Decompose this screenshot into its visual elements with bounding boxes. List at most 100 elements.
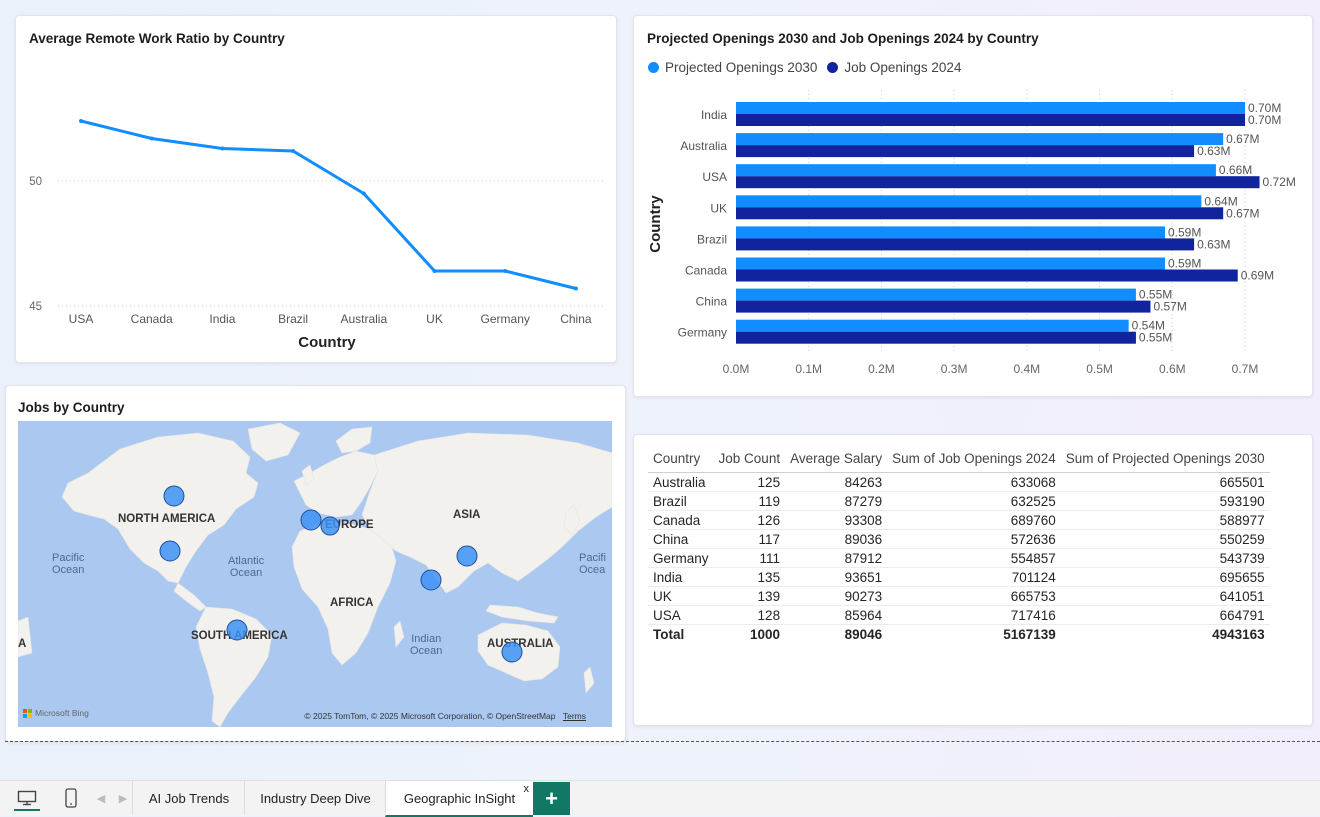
x-tick-label: Canada bbox=[131, 312, 173, 326]
line-point-india bbox=[220, 146, 225, 151]
cell-job-openings-2024: 572636 bbox=[887, 529, 1061, 549]
cell-job-openings-2024: 717416 bbox=[887, 605, 1061, 625]
country-table-card[interactable]: Country Job Count Average Salary Sum of … bbox=[633, 434, 1313, 726]
cell-job-openings-2024: 632525 bbox=[887, 491, 1061, 511]
cell-country: India bbox=[648, 567, 714, 587]
bubble-china bbox=[456, 545, 478, 567]
cell-average-salary: 85964 bbox=[785, 605, 888, 625]
y-axis-title: Country bbox=[647, 195, 664, 253]
x-axis-title: Country bbox=[298, 334, 356, 351]
tab-geographic-insight[interactable]: Geographic InSight x bbox=[385, 781, 533, 817]
cell-job-openings-2024: 701124 bbox=[887, 567, 1061, 587]
jobs-map-card[interactable]: Jobs by Country NORTH AMERICA EUROPE ASI… bbox=[5, 385, 626, 742]
cell-projected-openings-2030: 588977 bbox=[1060, 510, 1270, 530]
remote-work-line-chart[interactable]: 45 50 USA Canada India Brazil Australia UK Germa… bbox=[16, 16, 616, 362]
bar-projected-2030-usa bbox=[736, 164, 1216, 177]
cell-job-count: 125 bbox=[713, 472, 786, 492]
table-row[interactable]: India 135 93651 701124 695655 bbox=[648, 567, 1270, 587]
remote-work-line-chart-card[interactable]: Average Remote Work Ratio by Country 45 5… bbox=[15, 15, 617, 363]
col-header-average-salary[interactable]: Average Salary bbox=[785, 448, 888, 473]
bar-projected-2030-germany bbox=[736, 319, 1129, 332]
table-row[interactable]: Australia 125 84263 633068 665501 bbox=[648, 472, 1270, 492]
cell-job-count: 119 bbox=[713, 491, 786, 511]
cell-job-openings-2024: 665753 bbox=[887, 586, 1061, 606]
cell-job-openings-2024: 554857 bbox=[887, 548, 1061, 568]
bing-logo: Microsoft Bing bbox=[23, 708, 89, 718]
category-label-usa: USA bbox=[702, 170, 727, 184]
map-attribution: © 2025 TomTom, © 2025 Microsoft Corporat… bbox=[304, 711, 586, 721]
cell-average-salary: 90273 bbox=[785, 586, 888, 606]
bar-projected-2030-uk bbox=[736, 195, 1202, 208]
cell-job-count: 135 bbox=[713, 567, 786, 587]
x-tick-label: USA bbox=[69, 312, 94, 326]
cell-country: Brazil bbox=[648, 491, 714, 511]
bar-projected-2030-canada bbox=[736, 257, 1166, 270]
total-projected-openings-2030: 4943163 bbox=[1060, 624, 1270, 643]
cell-average-salary: 84263 bbox=[785, 472, 888, 492]
cell-country: UK bbox=[648, 586, 714, 606]
cell-projected-openings-2030: 550259 bbox=[1060, 529, 1270, 549]
cell-average-salary: 93651 bbox=[785, 567, 888, 587]
col-header-country[interactable]: Country bbox=[648, 448, 714, 473]
cell-job-openings-2024: 689760 bbox=[887, 510, 1061, 530]
table-row[interactable]: USA 128 85964 717416 664791 bbox=[648, 605, 1270, 625]
bar-data-label: 0.57M bbox=[1153, 300, 1186, 314]
x-tick-label: 0.4M bbox=[1014, 362, 1041, 376]
cell-job-count: 126 bbox=[713, 510, 786, 530]
table-row[interactable]: China 117 89036 572636 550259 bbox=[648, 529, 1270, 549]
cell-job-openings-2024: 633068 bbox=[887, 472, 1061, 492]
total-job-count: 1000 bbox=[713, 624, 786, 643]
bar-projected-2030-brazil bbox=[736, 226, 1166, 239]
table-row[interactable]: Canada 126 93308 689760 588977 bbox=[648, 510, 1270, 530]
x-tick-label: Germany bbox=[481, 312, 530, 326]
add-page-button[interactable]: + bbox=[533, 782, 570, 815]
table-row[interactable]: UK 139 90273 665753 641051 bbox=[648, 586, 1270, 606]
bar-data-label: 0.69M bbox=[1241, 269, 1274, 283]
world-map[interactable]: NORTH AMERICA EUROPE ASIA AFRICA SOUTH A… bbox=[18, 421, 612, 727]
table-header-row: Country Job Count Average Salary Sum of … bbox=[648, 448, 1270, 473]
x-tick-label: 0.7M bbox=[1232, 362, 1259, 376]
openings-bar-chart-card[interactable]: Projected Openings 2030 and Job Openings… bbox=[633, 15, 1313, 397]
line-point-germany bbox=[503, 269, 508, 273]
category-label-australia: Australia bbox=[680, 139, 727, 153]
line-point-canada bbox=[149, 136, 154, 141]
bar-openings-2024-brazil bbox=[736, 238, 1195, 251]
x-tick-label: 0.5M bbox=[1086, 362, 1113, 376]
cell-job-count: 139 bbox=[713, 586, 786, 606]
tab-ai-job-trends[interactable]: AI Job Trends bbox=[132, 781, 245, 815]
remote-work-line bbox=[80, 119, 577, 290]
page-tab-bar: ◀ ▶ AI Job Trends Industry Deep Dive Geo… bbox=[0, 780, 1320, 817]
bar-data-label: 0.70M bbox=[1248, 113, 1281, 127]
map-terms-link[interactable]: Terms bbox=[563, 711, 586, 721]
chevron-right-icon[interactable]: ▶ bbox=[116, 787, 130, 809]
desktop-view-icon[interactable] bbox=[14, 787, 40, 811]
cell-projected-openings-2030: 695655 bbox=[1060, 567, 1270, 587]
openings-bar-chart[interactable]: 0.0M 0.1M 0.2M 0.3M 0.4M 0.5M 0.6M 0.7M Country I… bbox=[634, 16, 1312, 396]
chevron-left-icon[interactable]: ◀ bbox=[94, 787, 108, 809]
line-point-brazil bbox=[291, 149, 296, 153]
bubble-uk bbox=[300, 509, 322, 531]
close-tab-icon[interactable]: x bbox=[524, 783, 530, 795]
total-job-openings-2024: 5167139 bbox=[887, 624, 1061, 643]
total-average-salary: 89046 bbox=[785, 624, 888, 643]
country-summary-table[interactable]: Country Job Count Average Salary Sum of … bbox=[648, 448, 1270, 643]
category-label-germany: Germany bbox=[678, 326, 727, 340]
bar-data-label: 0.66M bbox=[1219, 163, 1252, 177]
col-header-projected-openings-2030[interactable]: Sum of Projected Openings 2030 bbox=[1060, 448, 1270, 473]
tab-industry-deep-dive[interactable]: Industry Deep Dive bbox=[244, 781, 386, 815]
col-header-job-count[interactable]: Job Count bbox=[713, 448, 786, 473]
x-tick-label: India bbox=[209, 312, 235, 326]
bar-projected-2030-australia bbox=[736, 133, 1224, 146]
col-header-job-openings-2024[interactable]: Sum of Job Openings 2024 bbox=[887, 448, 1061, 473]
y-tick-label: 45 bbox=[29, 301, 42, 313]
table-row[interactable]: Brazil 119 87279 632525 593190 bbox=[648, 491, 1270, 511]
bar-openings-2024-india bbox=[736, 114, 1245, 126]
cell-country: Germany bbox=[648, 548, 714, 568]
bubble-canada bbox=[163, 485, 185, 507]
table-row[interactable]: Germany 111 87912 554857 543739 bbox=[648, 548, 1270, 568]
x-tick-label: 0.1M bbox=[795, 362, 822, 376]
line-point-uk bbox=[432, 269, 437, 273]
x-tick-label: China bbox=[560, 312, 592, 326]
bubble-germany bbox=[320, 516, 340, 536]
mobile-view-icon[interactable] bbox=[62, 787, 80, 809]
